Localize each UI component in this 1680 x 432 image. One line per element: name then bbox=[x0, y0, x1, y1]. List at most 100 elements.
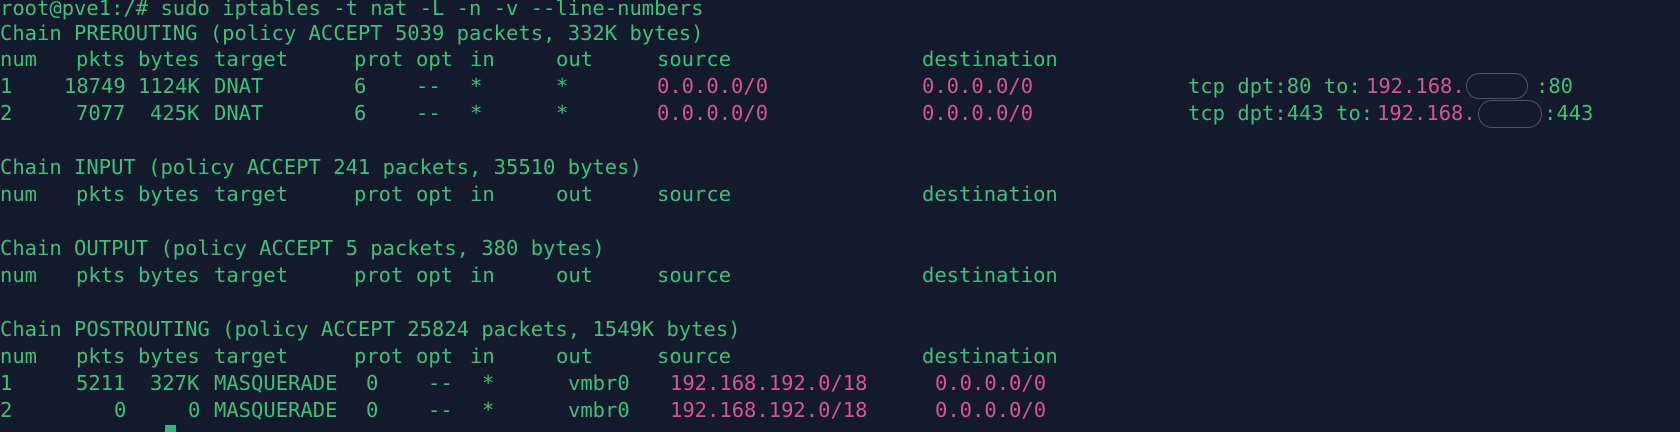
header-out: out bbox=[556, 344, 594, 368]
header-target: target bbox=[214, 263, 289, 287]
rule-out: vmbr0 bbox=[568, 398, 630, 422]
prerouting-header-row: num pkts bytes target prot opt in out so… bbox=[0, 46, 1680, 73]
header-num: num bbox=[0, 47, 38, 71]
prerouting-row: 2 7077 425K DNAT 6 -- * * 0.0.0.0/0 0.0.… bbox=[0, 100, 1680, 128]
rule-out: * bbox=[556, 74, 569, 98]
header-source: source bbox=[657, 182, 732, 206]
header-out: out bbox=[556, 263, 594, 287]
redaction-scribble bbox=[1478, 100, 1542, 128]
rule-destination: 0.0.0.0/0 bbox=[922, 74, 1034, 98]
header-bytes: bytes bbox=[138, 47, 200, 71]
header-pkts: pkts bbox=[76, 182, 126, 206]
rule-pkts: 5211 bbox=[76, 371, 126, 395]
rule-extra-prefix: tcp dpt:80 to: bbox=[1188, 74, 1361, 98]
rule-prot: 6 bbox=[354, 74, 367, 98]
rule-prot: 0 bbox=[366, 371, 379, 395]
header-source: source bbox=[657, 263, 732, 287]
header-in: in bbox=[470, 47, 495, 71]
output-header-row: num pkts bytes target prot opt in out so… bbox=[0, 262, 1680, 289]
header-destination: destination bbox=[922, 344, 1058, 368]
rule-bytes: 425K bbox=[150, 101, 200, 125]
header-opt: opt bbox=[416, 263, 454, 287]
rule-source: 0.0.0.0/0 bbox=[657, 101, 769, 125]
header-source: source bbox=[657, 344, 732, 368]
chain-prerouting-title: Chain PREROUTING (policy ACCEPT 5039 pac… bbox=[0, 21, 704, 45]
header-in: in bbox=[470, 182, 495, 206]
chain-postrouting-title: Chain POSTROUTING (policy ACCEPT 25824 p… bbox=[0, 317, 741, 341]
rule-bytes: 1124K bbox=[138, 74, 200, 98]
header-destination: destination bbox=[922, 47, 1058, 71]
rule-extra-ip: 192.168. bbox=[1377, 101, 1476, 125]
rule-out: * bbox=[556, 101, 569, 125]
input-header-row: num pkts bytes target prot opt in out so… bbox=[0, 181, 1680, 208]
header-destination: destination bbox=[922, 182, 1058, 206]
postrouting-header-row: num pkts bytes target prot opt in out so… bbox=[0, 343, 1680, 370]
header-prot: prot bbox=[354, 182, 404, 206]
header-num: num bbox=[0, 263, 38, 287]
rule-destination: 0.0.0.0/0 bbox=[935, 398, 1047, 422]
rule-extra-suffix: :443 bbox=[1544, 101, 1594, 125]
header-target: target bbox=[214, 47, 289, 71]
rule-in: * bbox=[482, 398, 495, 422]
command-line: root@pve1:/# sudo iptables -t nat -L -n … bbox=[0, 0, 704, 20]
header-num: num bbox=[0, 344, 38, 368]
header-target: target bbox=[214, 182, 289, 206]
header-prot: prot bbox=[354, 344, 404, 368]
header-out: out bbox=[556, 47, 594, 71]
postrouting-row: 1 5211 327K MASQUERADE 0 -- * vmbr0 192.… bbox=[0, 370, 1680, 397]
header-bytes: bytes bbox=[138, 263, 200, 287]
header-pkts: pkts bbox=[76, 47, 126, 71]
rule-opt: -- bbox=[428, 398, 453, 422]
header-in: in bbox=[470, 344, 495, 368]
rule-pkts: 18749 bbox=[64, 74, 126, 98]
rule-extra-ip: 192.168. bbox=[1366, 74, 1465, 98]
header-in: in bbox=[470, 263, 495, 287]
header-opt: opt bbox=[416, 182, 454, 206]
rule-target: MASQUERADE bbox=[214, 398, 338, 422]
header-opt: opt bbox=[416, 47, 454, 71]
rule-num: 1 bbox=[0, 74, 13, 98]
rule-bytes: 327K bbox=[150, 371, 200, 395]
rule-in: * bbox=[470, 101, 483, 125]
header-source: source bbox=[657, 47, 732, 71]
header-bytes: bytes bbox=[138, 344, 200, 368]
rule-opt: -- bbox=[428, 371, 453, 395]
rule-pkts: 7077 bbox=[76, 101, 126, 125]
header-target: target bbox=[214, 344, 289, 368]
rule-prot: 0 bbox=[366, 398, 379, 422]
header-out: out bbox=[556, 182, 594, 206]
rule-extra-prefix: tcp dpt:443 to: bbox=[1188, 101, 1374, 125]
rule-target: MASQUERADE bbox=[214, 371, 338, 395]
header-opt: opt bbox=[416, 344, 454, 368]
rule-in: * bbox=[482, 371, 495, 395]
rule-pkts: 0 bbox=[114, 398, 127, 422]
header-pkts: pkts bbox=[76, 344, 126, 368]
terminal-window[interactable]: root@pve1:/# sudo iptables -t nat -L -n … bbox=[0, 0, 1680, 432]
rule-destination: 0.0.0.0/0 bbox=[935, 371, 1047, 395]
rule-out: vmbr0 bbox=[568, 371, 630, 395]
redaction-scribble bbox=[1466, 73, 1528, 99]
rule-num: 2 bbox=[0, 101, 13, 125]
rule-source: 0.0.0.0/0 bbox=[657, 74, 769, 98]
rule-destination: 0.0.0.0/0 bbox=[922, 101, 1034, 125]
header-num: num bbox=[0, 182, 38, 206]
header-prot: prot bbox=[354, 47, 404, 71]
terminal-cursor bbox=[165, 425, 176, 432]
rule-in: * bbox=[470, 74, 483, 98]
rule-opt: -- bbox=[416, 74, 441, 98]
chain-input-title: Chain INPUT (policy ACCEPT 241 packets, … bbox=[0, 155, 642, 179]
rule-num: 1 bbox=[0, 371, 13, 395]
rule-bytes: 0 bbox=[188, 398, 201, 422]
rule-target: DNAT bbox=[214, 101, 264, 125]
rule-target: DNAT bbox=[214, 74, 264, 98]
postrouting-row: 2 0 0 MASQUERADE 0 -- * vmbr0 192.168.19… bbox=[0, 397, 1680, 424]
rule-extra-suffix: :80 bbox=[1536, 74, 1574, 98]
prerouting-row: 1 18749 1124K DNAT 6 -- * * 0.0.0.0/0 0.… bbox=[0, 73, 1680, 100]
header-bytes: bytes bbox=[138, 182, 200, 206]
rule-opt: -- bbox=[416, 101, 441, 125]
header-prot: prot bbox=[354, 263, 404, 287]
rule-source: 192.168.192.0/18 bbox=[670, 371, 868, 395]
rule-source: 192.168.192.0/18 bbox=[670, 398, 868, 422]
header-destination: destination bbox=[922, 263, 1058, 287]
rule-prot: 6 bbox=[354, 101, 367, 125]
